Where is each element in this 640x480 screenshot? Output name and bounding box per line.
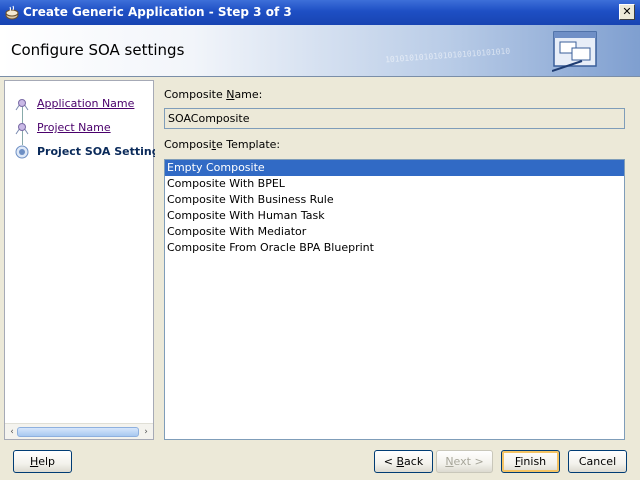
step-label: Project SOA Settings [37, 145, 167, 158]
soa-settings-panel: Composite Name: Composite Template: Empt… [155, 77, 640, 440]
wizard-steps-panel: Application Name Project Name Project SO… [4, 80, 166, 440]
step-current-icon [15, 145, 29, 159]
template-list-item[interactable]: Composite With BPEL [165, 176, 624, 192]
page-title: Configure SOA settings [11, 41, 185, 59]
help-button[interactable]: Help [13, 450, 72, 473]
scroll-thumb[interactable] [17, 427, 139, 437]
composite-template-label: Composite Template: [164, 138, 281, 151]
composite-name-label: Composite Name: [164, 88, 263, 101]
wizard-header: Configure SOA settings 10101010101010101… [0, 25, 640, 77]
step-visited-icon [15, 99, 29, 111]
template-list-item[interactable]: Composite With Human Task [165, 208, 624, 224]
nav-horizontal-scrollbar[interactable]: ‹ › [5, 423, 153, 439]
template-list-item[interactable]: Empty Composite [165, 160, 624, 176]
next-button[interactable]: Next > [436, 450, 493, 473]
scroll-right-icon[interactable]: › [141, 426, 151, 438]
window-title: Create Generic Application - Step 3 of 3 [23, 5, 292, 19]
wizard-graphic-icon [552, 31, 597, 72]
step-visited-icon [15, 123, 29, 135]
close-button[interactable]: ✕ [619, 4, 635, 20]
composite-name-input[interactable] [164, 108, 625, 129]
close-icon: ✕ [622, 5, 632, 18]
composite-template-list[interactable]: Empty Composite Composite With BPEL Comp… [164, 159, 625, 440]
scroll-left-icon[interactable]: ‹ [7, 426, 17, 438]
back-button[interactable]: < Back [374, 450, 433, 473]
step-label[interactable]: Project Name [37, 121, 111, 134]
title-bar: Create Generic Application - Step 3 of 3… [0, 0, 640, 25]
cancel-button[interactable]: Cancel [568, 450, 627, 473]
header-decoration: 10101010101010101010101010 [384, 46, 511, 65]
app-icon [5, 5, 19, 20]
step-label[interactable]: Application Name [37, 97, 134, 110]
finish-button[interactable]: Finish [501, 450, 560, 473]
template-list-item[interactable]: Composite With Business Rule [165, 192, 624, 208]
template-list-item[interactable]: Composite From Oracle BPA Blueprint [165, 240, 624, 256]
template-list-item[interactable]: Composite With Mediator [165, 224, 624, 240]
